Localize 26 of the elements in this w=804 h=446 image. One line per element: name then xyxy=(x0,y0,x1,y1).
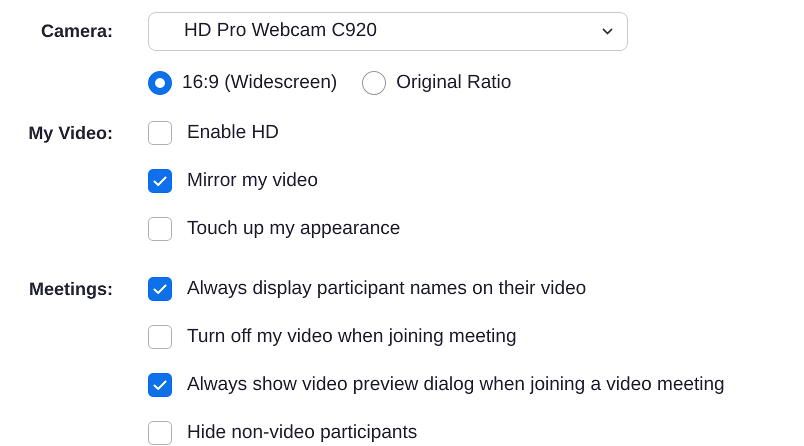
checkbox[interactable] xyxy=(148,325,172,349)
chevron-down-icon xyxy=(602,28,613,35)
radio-label: 16:9 (Widescreen) xyxy=(182,70,338,95)
checkbox[interactable] xyxy=(148,421,172,445)
checkmark-icon xyxy=(153,380,167,390)
checkmark-icon xyxy=(153,176,167,186)
radio-button[interactable] xyxy=(362,71,386,95)
checkbox[interactable] xyxy=(148,217,172,241)
radio-label: Original Ratio xyxy=(396,70,512,95)
checkmark-icon xyxy=(153,284,167,294)
option-label: Mirror my video xyxy=(187,168,318,193)
option-label: Touch up my appearance xyxy=(187,216,400,241)
option-label: Always show video preview dialog when joining a video meeting xyxy=(187,372,725,397)
camera-label: Camera: xyxy=(40,21,113,41)
checkbox[interactable] xyxy=(148,121,172,145)
option-label: Hide non-video participants xyxy=(187,420,418,445)
camera-dropdown[interactable]: HD Pro Webcam C920 xyxy=(148,12,628,51)
radio-button[interactable] xyxy=(148,71,172,95)
section-label: Meetings: xyxy=(28,278,113,301)
option-label: Turn off my video when joining meeting xyxy=(187,324,517,349)
checkbox[interactable] xyxy=(148,277,172,301)
option-label: Always display participant names on their video xyxy=(187,276,586,301)
checkbox[interactable] xyxy=(148,169,172,193)
option-label: Enable HD xyxy=(187,120,279,145)
checkbox[interactable] xyxy=(148,373,172,397)
section-label: My Video: xyxy=(28,122,113,145)
